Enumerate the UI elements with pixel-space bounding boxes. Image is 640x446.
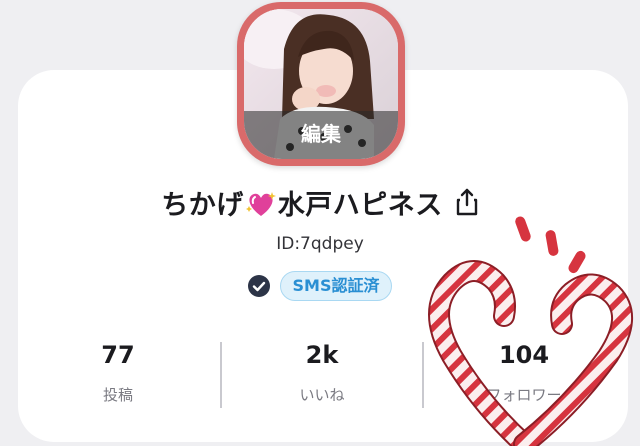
profile-page: 編集 ちかげ 水戸ハピネス ID:7qdpey SMS認証済 77 投稿 2k …: [0, 0, 640, 446]
stat-followers-value: 104: [498, 341, 550, 369]
stats-row: 77 投稿 2k いいね 104 フォロワー: [18, 340, 628, 410]
avatar-frame[interactable]: 編集: [237, 2, 405, 166]
edit-avatar-button[interactable]: 編集: [244, 111, 398, 159]
user-id: ID:7qdpey: [276, 234, 364, 254]
display-name-part2: 水戸ハピネス: [277, 189, 443, 221]
stat-likes[interactable]: 2k いいね: [222, 340, 422, 405]
display-name-part1: ちかげ: [161, 189, 244, 221]
verification-row: SMS認証済: [0, 270, 640, 302]
sparkling-heart-icon: [245, 191, 276, 216]
stat-posts-label: 投稿: [102, 386, 133, 404]
stat-likes-label: いいね: [299, 386, 345, 404]
sms-verified-badge: SMS認証済: [279, 271, 393, 301]
stat-posts[interactable]: 77 投稿: [18, 340, 218, 405]
display-name: ちかげ 水戸ハピネス: [161, 183, 443, 222]
stat-likes-value: 2k: [305, 341, 339, 369]
check-circle-icon: [247, 275, 270, 297]
avatar[interactable]: 編集: [244, 9, 398, 159]
share-icon[interactable]: [455, 188, 479, 216]
stat-followers[interactable]: 104 フォロワー: [424, 340, 624, 405]
name-row: ちかげ 水戸ハピネス: [0, 182, 640, 222]
stat-posts-value: 77: [101, 341, 135, 369]
stat-followers-label: フォロワー: [486, 386, 562, 404]
